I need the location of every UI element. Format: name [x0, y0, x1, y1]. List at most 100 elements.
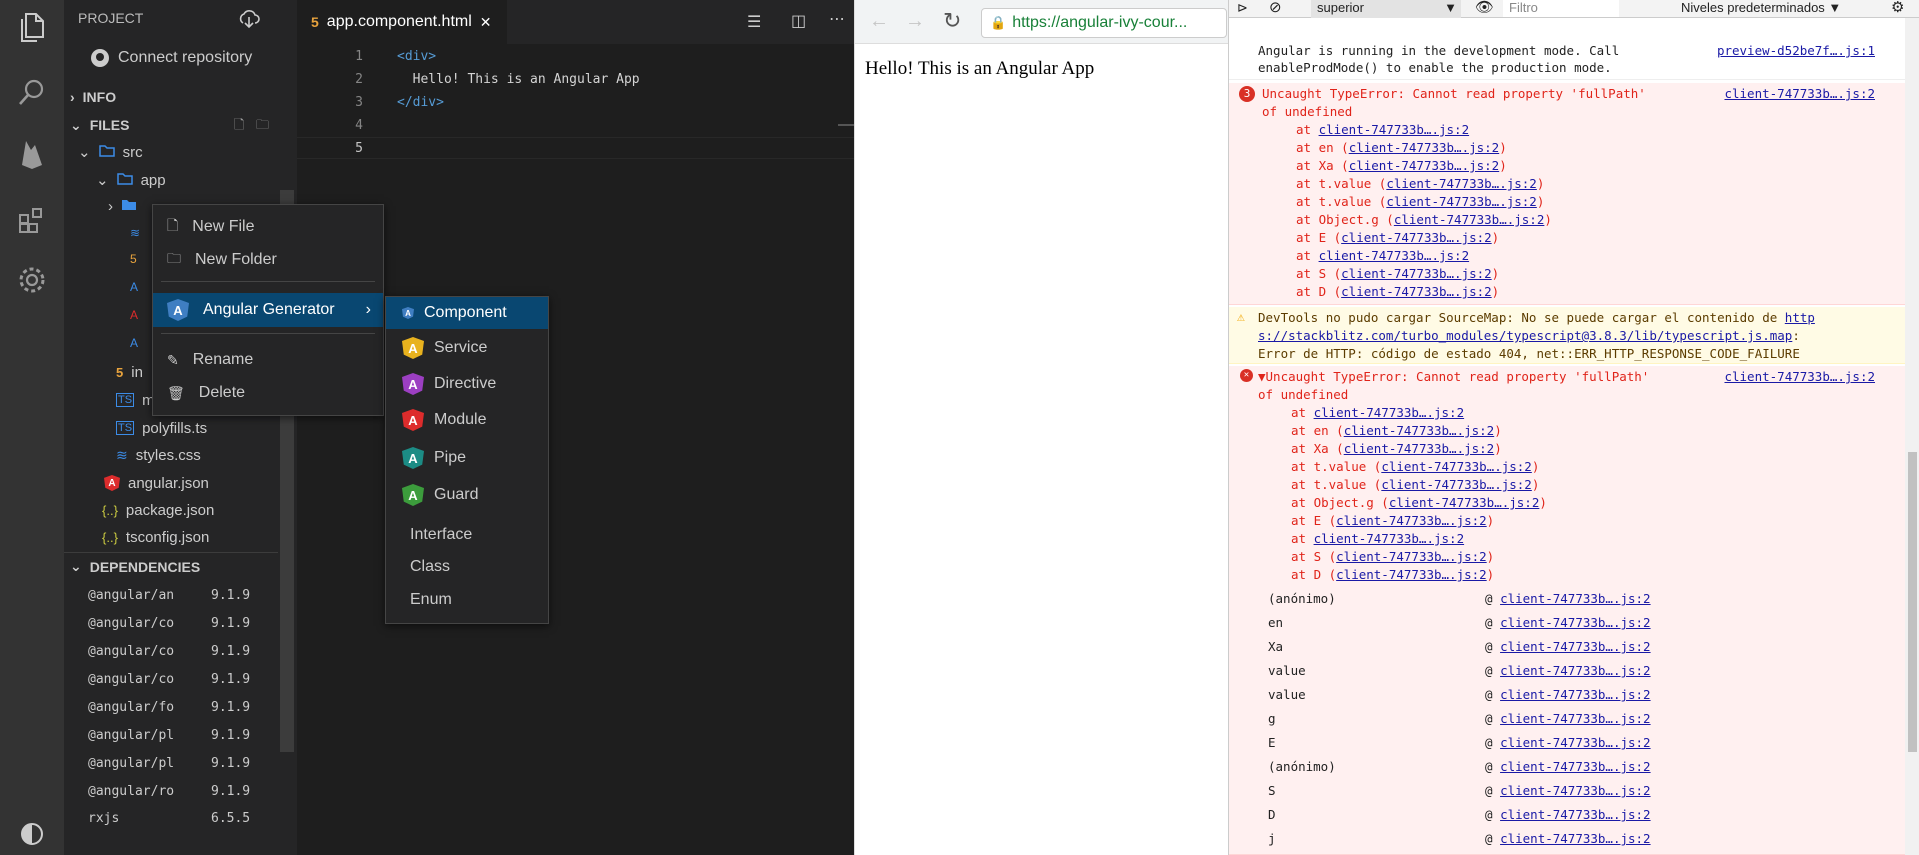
menu-rename[interactable]: ✎ Rename	[153, 344, 383, 376]
frame-link[interactable]: client-747733b….js:2	[1500, 831, 1651, 846]
tree-folder-src[interactable]: ⌄ src	[78, 140, 143, 164]
stack-link[interactable]: client-747733b….js:2	[1336, 549, 1487, 564]
console-scrollbar-thumb[interactable]	[1908, 452, 1917, 752]
list-icon[interactable]: ☰	[747, 12, 761, 32]
stack-link[interactable]: client-747733b….js:2	[1386, 176, 1537, 191]
theme-toggle-icon[interactable]	[16, 818, 48, 850]
source-link[interactable]: client-747733b….js:2	[1724, 369, 1875, 384]
frame-link[interactable]: client-747733b….js:2	[1500, 591, 1651, 606]
code-editor[interactable]: 1 2 3 4 5 <div> Hello! This is an Angula…	[297, 44, 854, 855]
stack-link[interactable]: client-747733b….js:2	[1386, 194, 1537, 209]
submenu-component[interactable]: A Component	[386, 297, 548, 329]
section-dependencies[interactable]: ⌄ DEPENDENCIES	[64, 552, 278, 580]
dependency-row[interactable]: @angular/an 9.1.9	[88, 588, 268, 603]
extensions-icon[interactable]	[16, 204, 48, 236]
back-icon[interactable]: ←	[869, 10, 889, 33]
close-icon[interactable]: ✕	[480, 14, 492, 31]
levels-dropdown[interactable]: Niveles predeterminados ▼	[1681, 0, 1841, 15]
files-icon[interactable]	[16, 12, 48, 44]
frame-link[interactable]: client-747733b….js:2	[1500, 711, 1651, 726]
dependency-row[interactable]: @angular/ro 9.1.9	[88, 784, 268, 799]
search-icon[interactable]	[16, 76, 48, 108]
stack-link[interactable]: client-747733b….js:2	[1389, 495, 1540, 510]
submenu-class[interactable]: Class	[386, 551, 548, 583]
frame-link[interactable]: client-747733b….js:2	[1500, 759, 1651, 774]
split-editor-icon[interactable]: ◫	[791, 11, 806, 31]
stack-link[interactable]: client-747733b….js:2	[1314, 405, 1465, 420]
submenu-service[interactable]: A Service	[386, 332, 548, 364]
source-link[interactable]: preview-d52be7f….js:1	[1717, 43, 1875, 58]
tree-file-tsconfig-json[interactable]: {..} tsconfig.json	[102, 525, 209, 549]
console-error-message[interactable]: 3 Uncaught TypeError: Cannot read proper…	[1229, 83, 1905, 305]
submenu-pipe[interactable]: A Pipe	[386, 442, 548, 474]
frame-link[interactable]: client-747733b….js:2	[1500, 663, 1651, 678]
frame-link[interactable]: client-747733b….js:2	[1500, 807, 1651, 822]
dependency-row[interactable]: @angular/pl 9.1.9	[88, 756, 268, 771]
tree-folder-app[interactable]: ⌄ app	[96, 168, 166, 192]
stack-link[interactable]: client-747733b….js:2	[1314, 531, 1465, 546]
reload-icon[interactable]: ↻	[943, 8, 961, 34]
stack-link[interactable]: client-747733b….js:2	[1381, 459, 1532, 474]
menu-new-file[interactable]: 🗋 New File	[153, 211, 383, 243]
source-link[interactable]: client-747733b….js:2	[1724, 86, 1875, 101]
stack-link[interactable]: client-747733b….js:2	[1349, 158, 1500, 173]
frame-link[interactable]: client-747733b….js:2	[1500, 783, 1651, 798]
tree-file-polyfills[interactable]: TS polyfills.ts	[116, 416, 207, 440]
console-error-message[interactable]: ✕ ▼Uncaught TypeError: Cannot read prope…	[1229, 366, 1905, 855]
filter-input[interactable]: Filtro	[1503, 0, 1619, 17]
frame-link[interactable]: client-747733b….js:2	[1500, 639, 1651, 654]
submenu-enum[interactable]: Enum	[386, 584, 548, 616]
submenu-interface[interactable]: Interface	[386, 519, 548, 551]
stack-link[interactable]: client-747733b….js:2	[1341, 230, 1492, 245]
url-bar[interactable]: 🔒 https://angular-ivy-cour...	[981, 8, 1227, 38]
section-info[interactable]: › INFO	[64, 84, 278, 110]
warning-link[interactable]: http	[1785, 310, 1815, 325]
stack-link[interactable]: client-747733b….js:2	[1341, 266, 1492, 281]
dependency-row[interactable]: @angular/co 9.1.9	[88, 644, 268, 659]
menu-new-folder[interactable]: 🗀 New Folder	[153, 244, 383, 276]
download-icon[interactable]	[238, 9, 260, 33]
submenu-directive[interactable]: A Directive	[386, 368, 548, 400]
tree-file-index[interactable]: 5 in	[116, 360, 143, 384]
section-files[interactable]: ⌄ FILES	[64, 112, 278, 138]
stack-link[interactable]: client-747733b….js:2	[1319, 248, 1470, 263]
dependency-row[interactable]: rxjs 6.5.5	[88, 811, 268, 826]
stack-link[interactable]: client-747733b….js:2	[1336, 513, 1487, 528]
dependency-row[interactable]: @angular/fo 9.1.9	[88, 700, 268, 715]
new-folder-icon[interactable]: 🗀	[256, 116, 269, 138]
warning-link[interactable]: s://stackblitz.com/turbo_modules/typescr…	[1258, 328, 1792, 343]
more-icon[interactable]: ⋯	[829, 9, 845, 29]
stack-link[interactable]: client-747733b….js:2	[1319, 122, 1470, 137]
firebase-icon[interactable]	[16, 138, 48, 170]
stack-link[interactable]: client-747733b….js:2	[1341, 284, 1492, 299]
clear-console-icon[interactable]: ⊘	[1269, 0, 1282, 16]
tree-file-styles[interactable]: ≋ styles.css	[116, 443, 201, 467]
dependency-row[interactable]: @angular/co 9.1.9	[88, 672, 268, 687]
gear-icon[interactable]	[16, 264, 48, 296]
stack-link[interactable]: client-747733b….js:2	[1349, 140, 1500, 155]
dependency-row[interactable]: @angular/pl 9.1.9	[88, 728, 268, 743]
submenu-guard[interactable]: A Guard	[386, 479, 548, 511]
stack-link[interactable]: client-747733b….js:2	[1336, 567, 1487, 582]
menu-angular-generator[interactable]: A Angular Generator ›	[153, 293, 383, 327]
menu-delete[interactable]: 🗑 Delete	[153, 377, 383, 409]
eye-icon[interactable]: 👁	[1475, 0, 1494, 16]
frame-link[interactable]: client-747733b….js:2	[1500, 615, 1651, 630]
stack-link[interactable]: client-747733b….js:2	[1344, 441, 1495, 456]
new-file-icon[interactable]: 🗋	[234, 116, 244, 138]
frame-link[interactable]: client-747733b….js:2	[1500, 687, 1651, 702]
tree-file-main[interactable]: TS m	[116, 388, 155, 412]
dependency-row[interactable]: @angular/co 9.1.9	[88, 616, 268, 631]
stack-link[interactable]: client-747733b….js:2	[1344, 423, 1495, 438]
stack-link[interactable]: client-747733b….js:2	[1394, 212, 1545, 227]
submenu-module[interactable]: A Module	[386, 404, 548, 436]
tree-folder-selected[interactable]: ›	[108, 194, 137, 218]
forward-icon[interactable]: →	[905, 10, 925, 33]
sidebar-toggle-icon[interactable]: ⊳	[1237, 0, 1248, 16]
tab-app-component-html[interactable]: 5 app.component.html ✕	[297, 0, 507, 44]
context-select[interactable]: superior ▼	[1311, 0, 1461, 18]
frame-link[interactable]: client-747733b….js:2	[1500, 735, 1651, 750]
connect-repository-button[interactable]: Connect repository	[90, 48, 252, 68]
tree-file-package-json[interactable]: {..} package.json	[102, 498, 214, 522]
settings-icon[interactable]: ⚙	[1891, 0, 1904, 16]
